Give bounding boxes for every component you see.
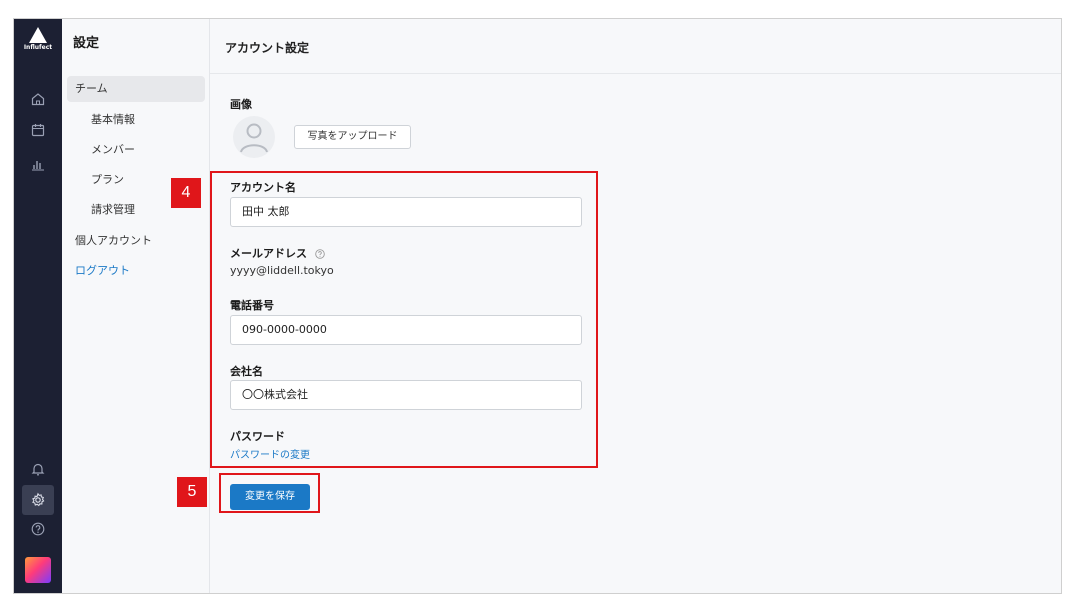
sidebar-item-basic-info[interactable]: 基本情報 [67, 107, 205, 133]
app-logo[interactable]: Influfect [22, 27, 54, 57]
upload-photo-button[interactable]: 写真をアップロード [294, 125, 411, 149]
chart-icon[interactable] [28, 154, 48, 174]
home-icon[interactable] [28, 89, 48, 109]
calendar-icon[interactable] [28, 120, 48, 140]
image-label: 画像 [230, 98, 252, 111]
step-badge-5: 5 [177, 477, 207, 507]
bell-icon[interactable] [28, 459, 48, 479]
sidebar-item-logout[interactable]: ログアウト [67, 258, 205, 284]
step-badge-4: 4 [171, 178, 201, 208]
user-avatar[interactable] [25, 557, 51, 583]
page-header: アカウント設定 [210, 19, 1061, 74]
sidebar-item-personal-account[interactable]: 個人アカウント [67, 228, 205, 254]
sidebar-item-team[interactable]: チーム [67, 76, 205, 102]
help-icon[interactable] [28, 519, 48, 539]
gear-icon[interactable] [22, 485, 54, 515]
highlight-box-4 [210, 171, 598, 468]
person-icon [240, 123, 268, 153]
sidebar-title: 設定 [73, 36, 100, 51]
logo-mark-icon [29, 27, 47, 43]
logo-text: Influfect [23, 44, 53, 51]
avatar-placeholder[interactable] [233, 116, 275, 158]
page-title: アカウント設定 [225, 41, 310, 55]
highlight-box-5 [219, 473, 320, 513]
sidebar-item-members[interactable]: メンバー [67, 137, 205, 163]
icon-rail: Influfect [14, 19, 62, 593]
